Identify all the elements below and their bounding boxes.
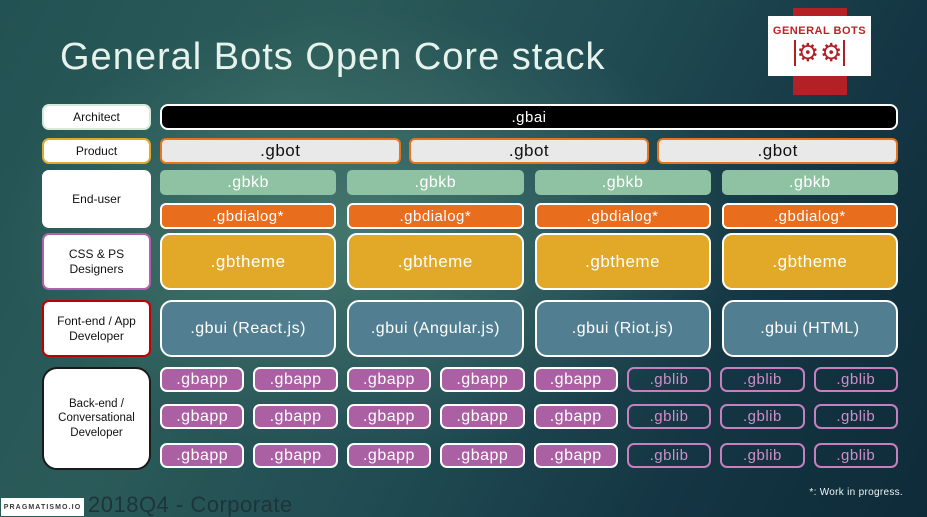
- row-gbapp-1: .gbapp .gbapp .gbapp .gbapp .gbapp .gblib .gbl…: [160, 367, 898, 392]
- gblib-box: .gblib: [720, 404, 805, 429]
- row-gbkb: .gbkb .gbkb .gbkb .gbkb: [160, 170, 898, 195]
- gbapp-box: .gbapp: [533, 443, 618, 468]
- page-title: General Bots Open Core stack: [60, 36, 606, 78]
- label-backend-conversational-developer: Back-end / Conversational Developer: [42, 367, 151, 470]
- gbui-box: .gbui (Angular.js): [347, 300, 524, 357]
- footer-caption: 2018Q4 - Corporate: [88, 492, 293, 517]
- gear-bar-left: [793, 39, 796, 66]
- gbapp-box: .gbapp: [533, 367, 618, 392]
- gbapp-box: .gbapp: [160, 404, 245, 429]
- gears-icon: ⚙ ⚙: [793, 38, 846, 68]
- slide-canvas: General Bots Open Core stack GENERAL BOT…: [0, 0, 927, 517]
- row-gbai: .gbai: [160, 104, 898, 130]
- gbot-box: .gbot: [408, 138, 650, 164]
- row-gbdialog: .gbdialog* .gbdialog* .gbdialog* .gbdialog*: [160, 203, 898, 229]
- gbtheme-box: .gbtheme: [160, 233, 337, 290]
- gbtheme-box: .gbtheme: [721, 233, 898, 290]
- gbkb-box: .gbkb: [160, 170, 337, 195]
- gbapp-box: .gbapp: [253, 367, 338, 392]
- gbapp-box: .gbapp: [253, 404, 338, 429]
- gbdialog-box: .gbdialog*: [534, 203, 711, 229]
- label-product: Product: [42, 138, 151, 164]
- gbtheme-box: .gbtheme: [534, 233, 711, 290]
- label-architect: Architect: [42, 104, 151, 130]
- row-gbapp-2: .gbapp .gbapp .gbapp .gbapp .gbapp .gblib .gbl…: [160, 404, 898, 429]
- label-frontend-app-developer: Font-end / App Developer: [42, 300, 151, 357]
- gbapp-box: .gbapp: [160, 367, 245, 392]
- gbdialog-box: .gbdialog*: [347, 203, 524, 229]
- row-gbot: .gbot .gbot .gbot: [160, 138, 899, 164]
- gbkb-box: .gbkb: [721, 170, 898, 195]
- gblib-box: .gblib: [626, 404, 712, 429]
- general-bots-logo: GENERAL BOTS ⚙ ⚙: [768, 16, 871, 76]
- gbapp-box: .gbapp: [160, 443, 245, 468]
- gblib-box: .gblib: [813, 367, 898, 392]
- label-end-user: End-user: [42, 170, 151, 228]
- gbui-box: .gbui (Riot.js): [534, 300, 711, 357]
- gbtheme-box: .gbtheme: [347, 233, 524, 290]
- work-in-progress-note: *: Work in progress.: [809, 487, 903, 498]
- gbkb-box: .gbkb: [347, 170, 524, 195]
- pragmatismo-logo: PRAGMATISMO.IO: [1, 498, 84, 516]
- gear-icon: ⚙: [796, 38, 819, 67]
- gbdialog-box: .gbdialog*: [160, 203, 337, 229]
- gblib-box: .gblib: [720, 367, 805, 392]
- row-gbapp-3: .gbapp .gbapp .gbapp .gbapp .gbapp .gblib .gbl…: [160, 443, 898, 468]
- gear-icon: ⚙: [820, 38, 843, 67]
- gbapp-box: .gbapp: [533, 404, 618, 429]
- gblib-box: .gblib: [813, 443, 898, 468]
- gbapp-box: .gbapp: [253, 443, 338, 468]
- gbapp-box: .gbapp: [440, 367, 525, 392]
- gblib-box: .gblib: [626, 367, 712, 392]
- gbui-box: .gbui (React.js): [160, 300, 337, 357]
- gbdialog-box: .gbdialog*: [721, 203, 898, 229]
- logo-wordmark: GENERAL BOTS: [772, 24, 867, 37]
- row-gbtheme: .gbtheme .gbtheme .gbtheme .gbtheme: [160, 233, 898, 290]
- gbapp-box: .gbapp: [440, 404, 525, 429]
- gbot-box: .gbot: [657, 138, 899, 164]
- gbapp-box: .gbapp: [346, 404, 432, 429]
- gblib-box: .gblib: [813, 404, 898, 429]
- row-gbui: .gbui (React.js) .gbui (Angular.js) .gbui …: [160, 300, 898, 357]
- gbkb-box: .gbkb: [534, 170, 711, 195]
- gbapp-box: .gbapp: [440, 443, 525, 468]
- gbot-box: .gbot: [160, 138, 401, 164]
- gbapp-box: .gbapp: [346, 367, 432, 392]
- gblib-box: .gblib: [626, 443, 712, 468]
- gbui-box: .gbui (HTML): [721, 300, 898, 357]
- gbapp-box: .gbapp: [346, 443, 432, 468]
- gear-bar-right: [843, 39, 846, 66]
- gblib-box: .gblib: [720, 443, 805, 468]
- gbai-box: .gbai: [160, 104, 898, 130]
- label-css-ps-designers: CSS & PS Designers: [42, 233, 151, 290]
